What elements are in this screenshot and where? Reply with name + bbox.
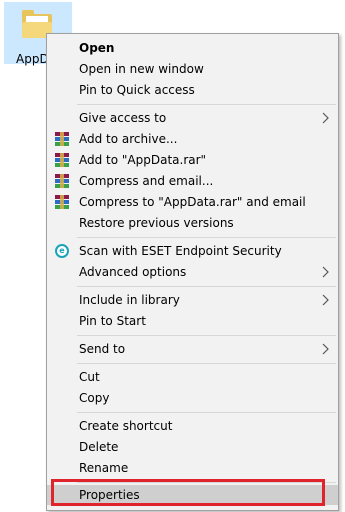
menu-item-label: Add to archive... <box>79 132 178 146</box>
folder-label: AppD <box>16 52 49 66</box>
menu-item-scan-eset[interactable]: e Scan with ESET Endpoint Security <box>47 241 338 261</box>
menu-separator <box>77 237 336 238</box>
chevron-right-icon <box>322 343 329 355</box>
menu-item-cut[interactable]: Cut <box>47 367 338 387</box>
menu-item-label: Rename <box>79 461 129 475</box>
menu-item-label: Restore previous versions <box>79 216 234 230</box>
menu-item-label: Open in new window <box>79 62 204 76</box>
winrar-icon <box>55 195 69 209</box>
menu-item-label: Compress and email... <box>79 174 214 188</box>
menu-separator <box>77 335 336 336</box>
menu-item-label: Compress to "AppData.rar" and email <box>79 195 306 209</box>
menu-separator <box>77 104 336 105</box>
menu-item-delete[interactable]: Delete <box>47 437 338 457</box>
menu-item-copy[interactable]: Copy <box>47 388 338 408</box>
menu-item-send-to[interactable]: Send to <box>47 339 338 359</box>
menu-item-label: Add to "AppData.rar" <box>79 153 207 167</box>
winrar-icon <box>55 132 69 146</box>
menu-item-include-in-library[interactable]: Include in library <box>47 290 338 310</box>
properties-highlight-box <box>51 479 325 506</box>
menu-item-label: Pin to Quick access <box>79 83 195 97</box>
menu-separator <box>77 363 336 364</box>
context-menu: Open Open in new window Pin to Quick acc… <box>46 33 339 511</box>
menu-item-compress-to-rar-email[interactable]: Compress to "AppData.rar" and email <box>47 192 338 212</box>
menu-item-rename[interactable]: Rename <box>47 458 338 478</box>
menu-item-label: Include in library <box>79 293 180 307</box>
menu-item-give-access[interactable]: Give access to <box>47 108 338 128</box>
menu-item-label: Pin to Start <box>79 314 146 328</box>
menu-separator <box>77 286 336 287</box>
menu-item-label: Delete <box>79 440 119 454</box>
chevron-right-icon <box>322 266 329 278</box>
winrar-icon <box>55 153 69 167</box>
menu-separator <box>77 412 336 413</box>
menu-item-label: Scan with ESET Endpoint Security <box>79 244 282 258</box>
menu-item-pin-quick-access[interactable]: Pin to Quick access <box>47 80 338 100</box>
menu-item-add-to-appdata-rar[interactable]: Add to "AppData.rar" <box>47 150 338 170</box>
menu-item-open-new-window[interactable]: Open in new window <box>47 59 338 79</box>
menu-item-label: Give access to <box>79 111 167 125</box>
menu-item-create-shortcut[interactable]: Create shortcut <box>47 416 338 436</box>
menu-item-advanced-options[interactable]: Advanced options <box>47 262 338 282</box>
menu-item-compress-and-email[interactable]: Compress and email... <box>47 171 338 191</box>
eset-icon: e <box>55 244 69 258</box>
winrar-icon <box>55 174 69 188</box>
menu-item-add-to-archive[interactable]: Add to archive... <box>47 129 338 149</box>
menu-item-label: Advanced options <box>79 265 187 279</box>
menu-item-restore-previous-versions[interactable]: Restore previous versions <box>47 213 338 233</box>
menu-item-label: Open <box>79 41 115 55</box>
menu-item-label: Send to <box>79 342 126 356</box>
menu-item-open[interactable]: Open <box>47 38 338 58</box>
chevron-right-icon <box>322 112 329 124</box>
menu-item-label: Copy <box>79 391 110 405</box>
menu-item-label: Cut <box>79 370 100 384</box>
chevron-right-icon <box>322 294 329 306</box>
menu-item-label: Create shortcut <box>79 419 173 433</box>
menu-item-pin-to-start[interactable]: Pin to Start <box>47 311 338 331</box>
